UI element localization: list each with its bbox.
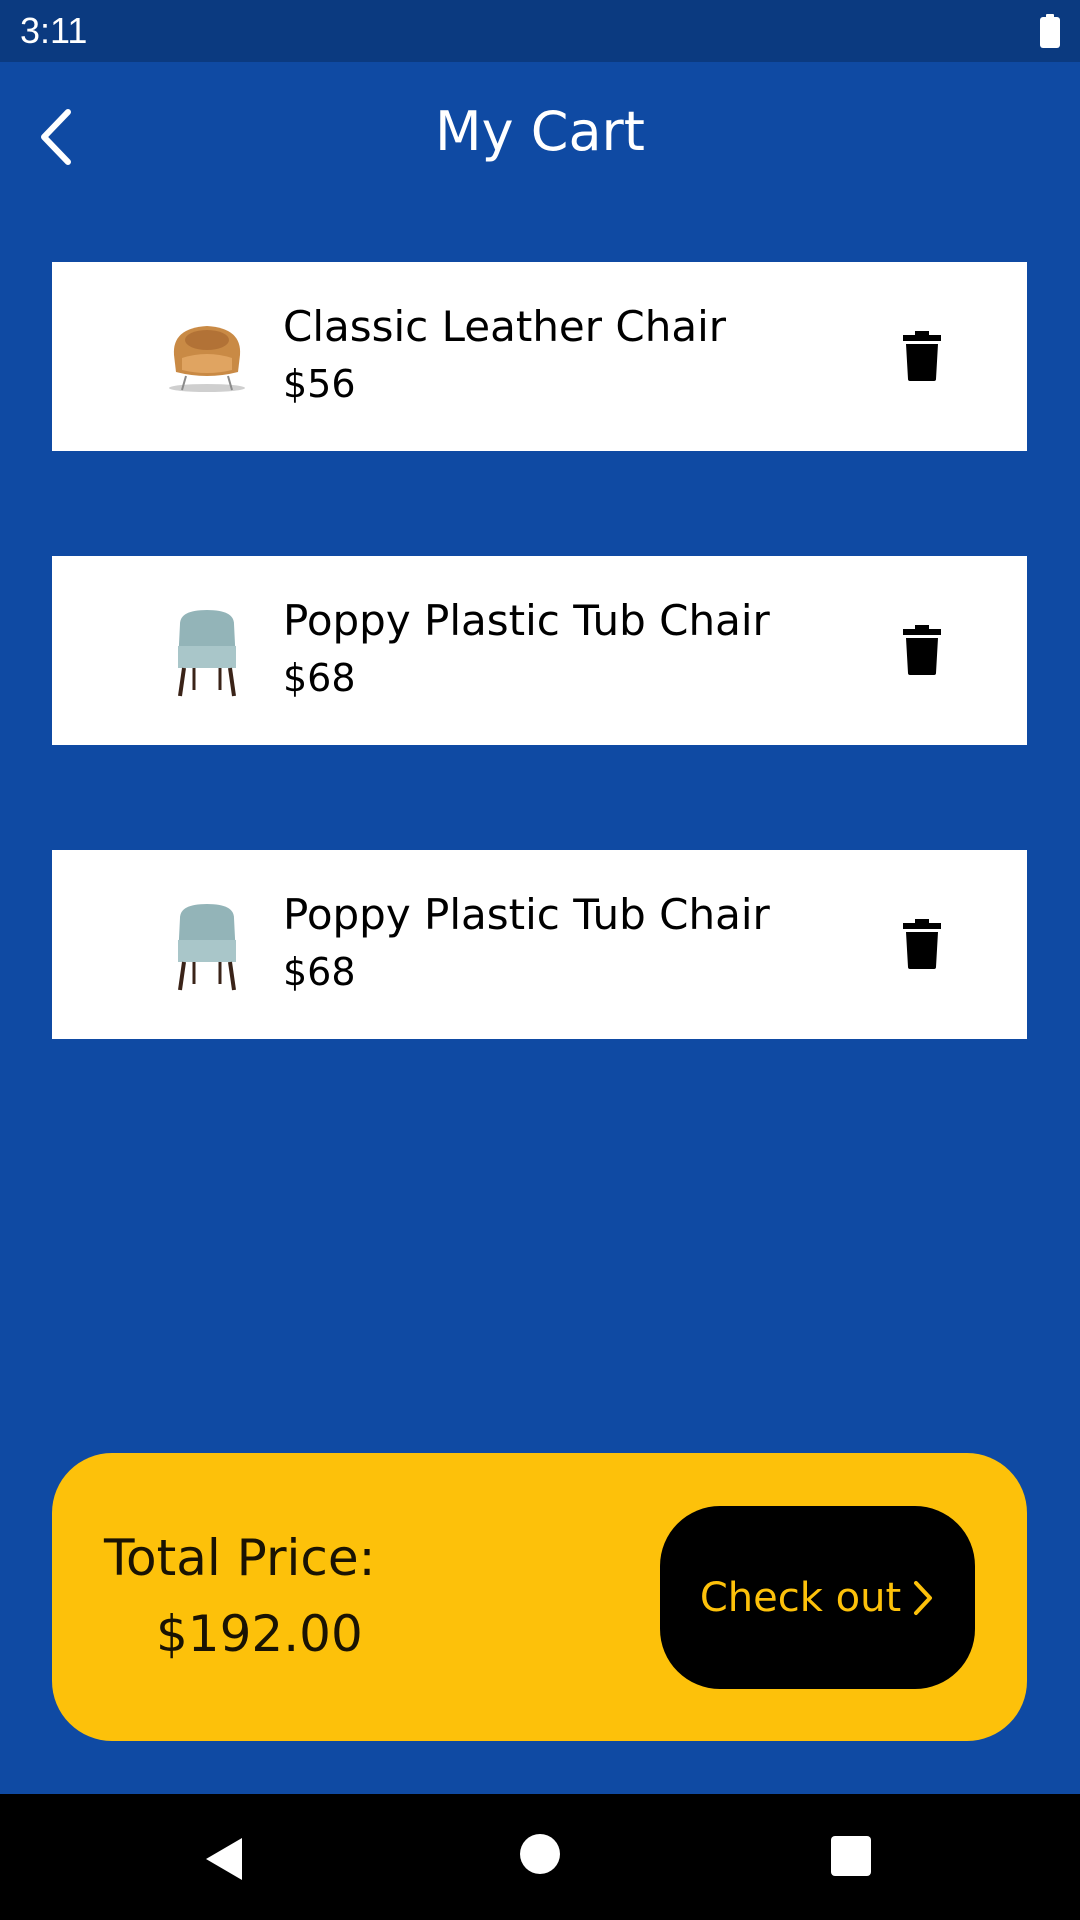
page-title: My Cart bbox=[435, 100, 645, 163]
product-price: $68 bbox=[283, 656, 356, 700]
cart-item[interactable]: Poppy Plastic Tub Chair $68 bbox=[52, 556, 1027, 745]
product-name: Classic Leather Chair bbox=[283, 302, 727, 351]
delete-button[interactable] bbox=[902, 331, 942, 381]
product-name: Poppy Plastic Tub Chair bbox=[283, 890, 770, 939]
cart-item[interactable]: Poppy Plastic Tub Chair $68 bbox=[52, 850, 1027, 1039]
trash-icon bbox=[903, 919, 941, 969]
trash-icon bbox=[903, 331, 941, 381]
checkout-button[interactable]: Check out bbox=[660, 1506, 975, 1689]
cart-item[interactable]: Classic Leather Chair $56 bbox=[52, 262, 1027, 451]
nav-back-icon[interactable] bbox=[200, 1834, 250, 1884]
tub-chair-image bbox=[178, 904, 236, 991]
leather-armchair-image bbox=[169, 326, 245, 392]
tub-chair-image bbox=[178, 610, 236, 697]
product-price: $68 bbox=[283, 950, 356, 994]
system-nav-bar bbox=[0, 1794, 1080, 1920]
battery-icon bbox=[1040, 14, 1060, 48]
trash-icon bbox=[903, 625, 941, 675]
status-time: 3:11 bbox=[20, 10, 88, 51]
delete-button[interactable] bbox=[902, 919, 942, 969]
chevron-right-icon bbox=[914, 1580, 933, 1615]
app-bar: My Cart bbox=[0, 62, 1080, 210]
status-bar: 3:11 bbox=[0, 0, 1080, 62]
product-name: Poppy Plastic Tub Chair bbox=[283, 596, 770, 645]
product-price: $56 bbox=[283, 362, 356, 406]
delete-button[interactable] bbox=[902, 625, 942, 675]
total-price-value: $192.00 bbox=[156, 1605, 363, 1663]
nav-recents-icon[interactable] bbox=[831, 1836, 871, 1876]
nav-home-icon[interactable] bbox=[520, 1834, 560, 1874]
total-price-label: Total Price: bbox=[104, 1529, 376, 1587]
checkout-label: Check out bbox=[699, 1574, 902, 1621]
checkout-panel: Total Price: $192.00 Check out bbox=[52, 1453, 1027, 1741]
cart-list: Classic Leather Chair $56 Poppy Plastic … bbox=[52, 262, 1027, 1144]
